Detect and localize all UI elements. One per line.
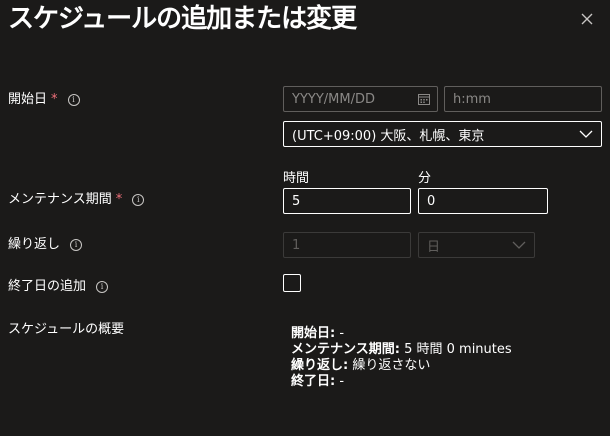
hours-input[interactable]: 5: [283, 188, 411, 214]
add-end-date-label: 終了日の追加: [8, 279, 87, 294]
repeat-count-value: 1: [292, 237, 301, 253]
close-icon[interactable]: [576, 8, 598, 30]
duration-label: メンテナンス期間: [8, 192, 112, 207]
timezone-dropdown[interactable]: (UTC+09:00) 大阪、札幌、東京: [283, 121, 602, 147]
end-date-label-row: 終了日の追加 i: [8, 279, 109, 295]
minutes-input[interactable]: 0: [418, 188, 548, 214]
add-end-date-checkbox[interactable]: [283, 274, 301, 292]
chevron-down-icon: [579, 130, 593, 138]
start-time-placeholder: h:mm: [453, 91, 491, 107]
summary-duration-row: メンテナンス期間: 5 時間 0 minutes: [291, 342, 512, 358]
info-icon[interactable]: i: [67, 94, 80, 106]
minutes-header: 分: [418, 171, 432, 186]
info-icon[interactable]: i: [132, 194, 145, 206]
required-mark: *: [51, 92, 58, 107]
info-icon[interactable]: i: [70, 239, 83, 251]
chevron-down-icon: [512, 241, 526, 249]
schedule-summary-label: スケジュールの概要: [8, 322, 125, 337]
duration-label-row: メンテナンス期間 * i: [8, 192, 145, 208]
summary-start-row: 開始日: -: [291, 326, 512, 342]
summary-duration-key: メンテナンス期間:: [291, 342, 400, 357]
start-date-input[interactable]: YYYY/MM/DD: [283, 86, 438, 112]
minutes-value: 0: [427, 193, 436, 209]
start-time-input[interactable]: h:mm: [444, 86, 602, 112]
repeat-unit-value: 日: [427, 239, 441, 255]
summary-repeat-value: 繰り返さない: [352, 358, 431, 373]
summary-start-value: -: [339, 326, 345, 341]
repeat-unit-dropdown[interactable]: 日: [418, 232, 535, 258]
required-mark: *: [115, 192, 123, 207]
start-date-label-row: 開始日 * i: [8, 92, 80, 108]
repeat-count-input[interactable]: 1: [283, 232, 411, 258]
calendar-icon[interactable]: [418, 93, 430, 105]
dialog-title: スケジュールの追加または変更: [8, 4, 357, 34]
repeat-label-row: 繰り返し i: [8, 237, 83, 253]
summary-repeat-key: 繰り返し:: [291, 358, 349, 373]
summary-label: スケジュールの概要: [8, 322, 124, 338]
timezone-value: (UTC+09:00) 大阪、札幌、東京: [292, 128, 485, 144]
summary-start-key: 開始日:: [291, 326, 336, 341]
start-date-label: 開始日: [8, 92, 48, 107]
summary-end-row: 終了日: -: [291, 374, 512, 390]
hours-value: 5: [292, 193, 301, 209]
repeat-label: 繰り返し: [8, 237, 61, 252]
start-date-placeholder: YYYY/MM/DD: [292, 91, 375, 107]
hours-header: 時間: [283, 171, 310, 186]
summary-repeat-row: 繰り返し: 繰り返さない: [291, 358, 512, 374]
info-icon[interactable]: i: [96, 281, 109, 293]
schedule-summary: 開始日: - メンテナンス期間: 5 時間 0 minutes 繰り返し: 繰り…: [291, 326, 512, 390]
summary-end-key: 終了日:: [291, 374, 336, 389]
summary-duration-value: 5 時間 0 minutes: [404, 342, 512, 357]
summary-end-value: -: [339, 374, 345, 389]
